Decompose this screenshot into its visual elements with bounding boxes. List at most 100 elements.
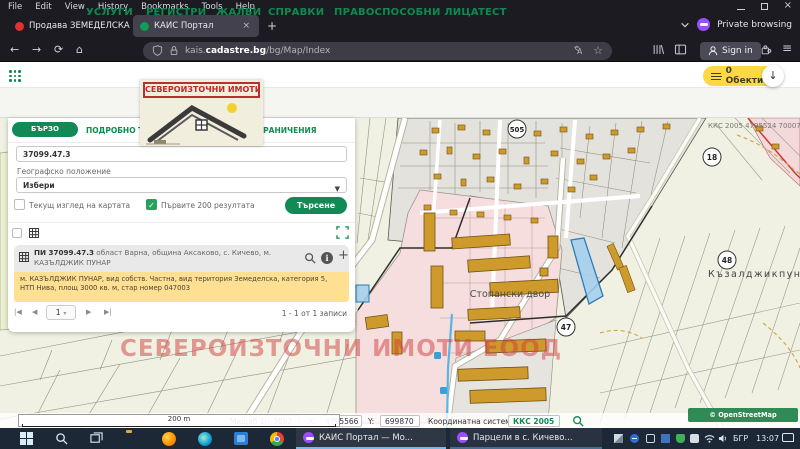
lock-icon[interactable]	[169, 45, 179, 56]
reload-button[interactable]: ⟳	[54, 43, 63, 57]
result-add-icon[interactable]: +	[338, 248, 349, 263]
browser-urlbar: ← → ⟳ ⌂ kais.cadastre.bg/bg/Map/Index A …	[0, 39, 800, 62]
nav-pravosposobni[interactable]: ПРАВОСПОСОБНИ ЛИЦА	[334, 7, 479, 18]
taskbar-window-kais[interactable]: КАИС Портал — Mo...	[296, 428, 446, 449]
nav-spravki[interactable]: СПРАВКИ	[268, 7, 324, 18]
pagination-info: 1 - 1 от 1 записи	[282, 309, 347, 318]
language-indicator[interactable]: БГР	[733, 434, 748, 443]
tray-camera-icon[interactable]	[690, 434, 699, 443]
svg-text:505: 505	[510, 126, 525, 134]
apps-grid-icon[interactable]	[9, 70, 21, 82]
sign-in-button[interactable]: Sign in	[700, 42, 761, 60]
pagination-page-select[interactable]: 1 ▾	[46, 305, 76, 320]
firefox-icon[interactable]	[162, 432, 176, 446]
first-200-checkbox[interactable]: ✓	[146, 199, 157, 210]
watermark-logo: СЕВЕРОИЗТОЧНИ ИМОТИ	[140, 80, 263, 146]
taskbar-search-icon[interactable]	[55, 432, 68, 445]
speaker-icon[interactable]	[718, 434, 728, 443]
app-menu-icon[interactable]: ≡	[782, 41, 792, 55]
crs-select[interactable]: ККС 2005 ▾	[508, 415, 560, 427]
tab2-close-icon[interactable]: ×	[242, 21, 250, 31]
current-view-label: Текущ изглед на картата	[29, 201, 130, 210]
window-close-button[interactable]: ×	[784, 2, 792, 10]
extensions-icon[interactable]	[760, 43, 773, 56]
url-text: kais.cadastre.bg/bg/Map/Index	[185, 46, 330, 56]
farm-label: Стопански двор	[470, 289, 550, 300]
tab1-favicon	[15, 22, 24, 31]
wifi-icon[interactable]	[704, 434, 715, 443]
edge-icon[interactable]	[198, 432, 212, 446]
y-value[interactable]: 699870	[380, 415, 420, 427]
pagination-prev[interactable]: ◀	[32, 308, 37, 316]
tray-blue-icon[interactable]	[661, 434, 670, 443]
url-field[interactable]: kais.cadastre.bg/bg/Map/Index A ☆	[143, 42, 612, 60]
translate-icon[interactable]: A	[573, 45, 584, 56]
place-label: Къзалджикпунар	[708, 269, 800, 280]
tray-shield-icon[interactable]	[676, 434, 685, 443]
menu-view[interactable]: View	[65, 2, 85, 12]
map-toolbar	[0, 88, 800, 118]
tab-quick-search[interactable]: БЪРЗО ТЪРСЕНЕ	[12, 122, 78, 137]
forward-button[interactable]: →	[32, 43, 41, 57]
tab2-title: КАИС Портал	[154, 21, 213, 31]
svg-text:48: 48	[722, 256, 732, 265]
firefox-private-icon	[303, 432, 314, 443]
bookmark-star-icon[interactable]: ☆	[593, 44, 603, 57]
sidebar-toggle-icon[interactable]	[674, 43, 687, 56]
account-icon	[708, 45, 718, 56]
photos-icon[interactable]	[234, 432, 248, 445]
osm-attribution[interactable]: © OpenStreetMap contributors.	[688, 408, 798, 422]
new-tab-button[interactable]: +	[267, 19, 277, 33]
tray-app-icon[interactable]	[646, 434, 655, 443]
library-icon[interactable]	[652, 43, 665, 56]
browser-tab-2-active[interactable]: КАИС Портал ×	[133, 15, 259, 37]
y-label: Y:	[368, 417, 374, 426]
notification-center-icon[interactable]	[782, 433, 794, 442]
result-zoom-icon[interactable]	[304, 252, 316, 264]
pagination-first[interactable]: |◀	[14, 308, 22, 316]
window-maximize-button[interactable]	[761, 3, 768, 10]
window-minimize-button[interactable]	[737, 2, 745, 10]
menu-file[interactable]: File	[8, 2, 22, 12]
result-info-icon[interactable]: i	[321, 252, 333, 264]
start-button[interactable]	[20, 432, 33, 445]
result-grid-icon	[19, 252, 29, 262]
tray-overflow-icon[interactable]	[614, 434, 623, 443]
home-button[interactable]: ⌂	[76, 43, 83, 57]
chrome-icon[interactable]	[270, 432, 284, 446]
status-search-icon[interactable]	[572, 415, 584, 427]
objects-collapse-button[interactable]: ↓	[762, 65, 784, 87]
select-arrow-icon: ▼	[335, 182, 340, 197]
task-view-icon[interactable]	[90, 432, 103, 445]
map-scale-bar: 200 m	[18, 414, 340, 427]
taskbar-window-parceli[interactable]: Парцели в с. Кичево...	[450, 428, 602, 449]
grid-view-icon[interactable]	[29, 228, 39, 238]
firefox-private-icon-2	[457, 432, 468, 443]
selected-parcel-2[interactable]	[356, 285, 369, 302]
nav-test[interactable]: ТЕСТ	[478, 7, 507, 18]
result-header[interactable]: ПИ 37099.47.3 област Варна, община Аксак…	[14, 245, 349, 272]
nav-zhalbi[interactable]: ЖАЛБИ	[216, 7, 261, 18]
menu-edit[interactable]: Edit	[35, 2, 51, 12]
nav-registri[interactable]: РЕГИСТРИ	[146, 7, 206, 18]
current-view-checkbox[interactable]	[14, 199, 25, 210]
browser-tab-1[interactable]: Продава ЗЕМЕДЕЛСКА ЗЕМЯ в ×	[8, 15, 130, 37]
svg-text:A: A	[577, 47, 583, 56]
water-marker-2	[440, 387, 447, 394]
result-details[interactable]: м. КАЗЪЛДЖИК ПУНАР, вид собств. Частна, …	[14, 272, 349, 302]
shield-icon[interactable]	[152, 45, 163, 56]
pagination-last[interactable]: ▶|	[104, 308, 112, 316]
select-all-checkbox[interactable]	[12, 228, 22, 238]
clock[interactable]: 13:07	[756, 434, 779, 443]
pagination-next[interactable]: ▶	[86, 308, 91, 316]
expand-panel-icon[interactable]	[336, 226, 349, 239]
parcel-search-input[interactable]: 37099.47.3	[16, 146, 347, 162]
search-submit-button[interactable]: Търсене	[285, 197, 347, 214]
chevron-down-icon[interactable]	[680, 20, 690, 30]
svg-text:47: 47	[561, 323, 571, 332]
geo-position-select[interactable]: Избери▼	[16, 177, 347, 193]
private-browsing-icon	[697, 18, 710, 31]
back-button[interactable]: ←	[10, 43, 19, 57]
tray-teamviewer-icon[interactable]	[630, 434, 639, 443]
nav-uslugi[interactable]: УСЛУГИ	[86, 7, 133, 18]
